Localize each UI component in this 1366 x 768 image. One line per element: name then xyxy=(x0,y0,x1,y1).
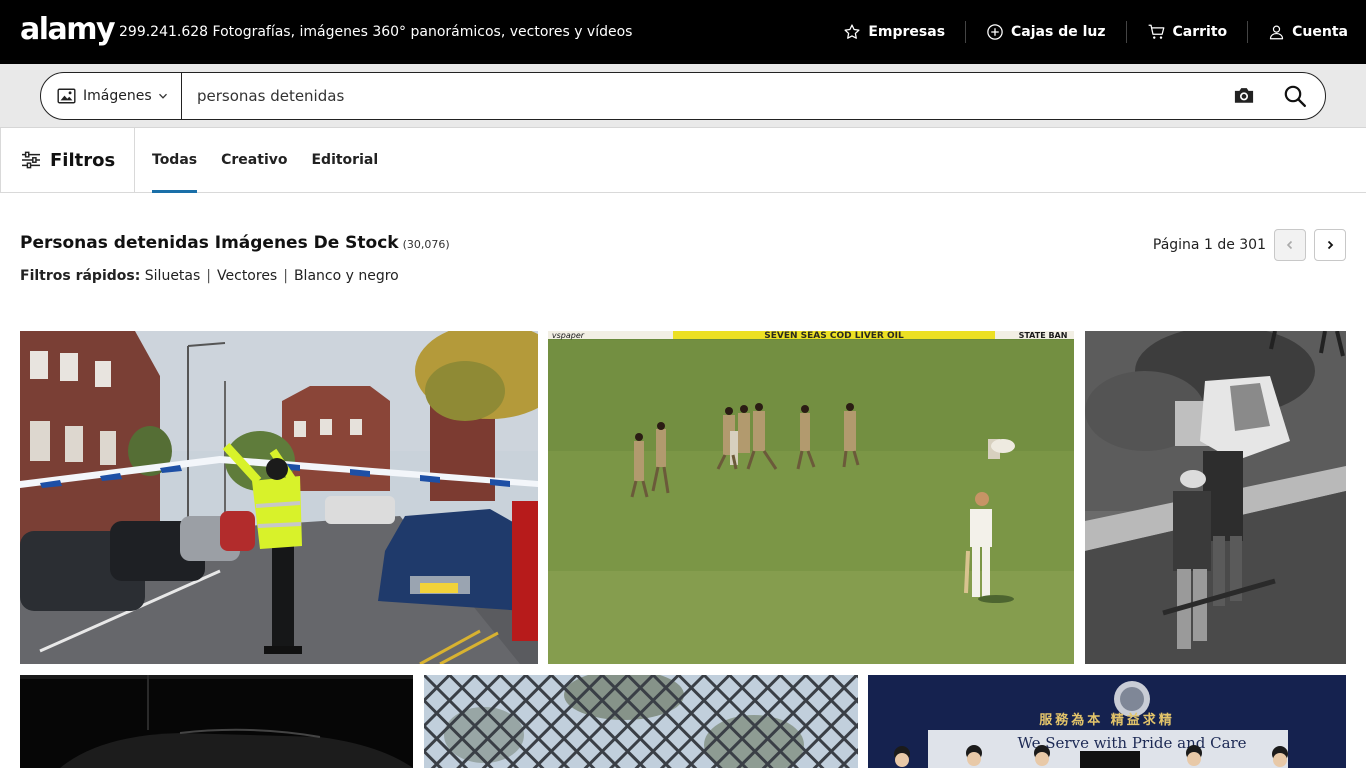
cricket-banner-right-text: STATE BAN xyxy=(1019,331,1068,340)
nav-empresas[interactable]: Empresas xyxy=(843,21,945,43)
search-box: Imágenes xyxy=(40,72,1326,120)
result-image-chain-fence[interactable] xyxy=(424,675,858,768)
result-image-press-conference[interactable]: 服務為本 精益求精 We Serve with Pride and Care xyxy=(868,675,1346,768)
license-tabs: Todas Creativo Editorial xyxy=(152,128,402,193)
results-count: (30,076) xyxy=(402,238,450,251)
media-type-label: Imágenes xyxy=(83,88,152,104)
quick-filters: Filtros rápidos: Siluetas | Vectores | Blanc… xyxy=(20,268,399,284)
results-title: Personas detenidas Imágenes De Stock (30,… xyxy=(20,233,450,253)
prev-page-button[interactable] xyxy=(1274,229,1306,261)
nav-empresas-label: Empresas xyxy=(868,24,946,40)
search-icon[interactable] xyxy=(1283,84,1307,108)
sliders-icon xyxy=(22,151,40,169)
page-indicator: Página 1 de 301 xyxy=(1152,237,1266,253)
quick-filter-vectores[interactable]: Vectores xyxy=(217,268,277,284)
cricket-banner-text: SEVEN SEAS COD LIVER OIL xyxy=(764,331,904,341)
pagination: Página 1 de 301 xyxy=(1153,229,1346,261)
next-page-button[interactable] xyxy=(1314,229,1346,261)
top-nav: Empresas Cajas de luz Carrito Cuenta xyxy=(843,0,1348,64)
quick-filter-siluetas[interactable]: Siluetas xyxy=(145,268,201,284)
filter-bar: Filtros Todas Creativo Editorial xyxy=(0,128,1366,193)
alamy-logo[interactable]: alamy xyxy=(20,12,116,48)
result-image-cricket-field[interactable]: SEVEN SEAS COD LIVER OIL STATE BAN vspap… xyxy=(548,331,1074,664)
result-image-soldier-bw[interactable] xyxy=(1085,331,1346,664)
plus-circle-icon xyxy=(987,24,1003,40)
cricket-banner-left-text: vspaper xyxy=(552,331,585,340)
result-image-police-cordon[interactable] xyxy=(20,331,538,664)
quick-filters-label: Filtros rápidos: xyxy=(20,268,141,284)
press-banner-cn-text: 服務為本 精益求精 xyxy=(1039,712,1175,728)
tab-creativo[interactable]: Creativo xyxy=(221,128,287,192)
quick-filter-blanco-y-negro[interactable]: Blanco y negro xyxy=(294,268,399,284)
nav-cajas-label: Cajas de luz xyxy=(1011,24,1106,40)
user-icon xyxy=(1270,25,1284,40)
nav-cuenta-label: Cuenta xyxy=(1292,24,1348,40)
image-icon xyxy=(57,88,76,104)
nav-cajas-de-luz[interactable]: Cajas de luz xyxy=(965,21,1106,43)
filters-button[interactable]: Filtros xyxy=(1,128,135,192)
top-bar: alamy 299.241.628 Fotografías, imágenes … xyxy=(0,0,1366,64)
tab-todas[interactable]: Todas xyxy=(152,128,198,193)
site-tagline: 299.241.628 Fotografías, imágenes 360° p… xyxy=(119,24,633,40)
chevron-right-icon xyxy=(1327,240,1334,250)
results-title-text: Personas detenidas Imágenes De Stock xyxy=(20,233,399,253)
result-image-dark-car[interactable] xyxy=(20,675,413,768)
press-banner-en-text: We Serve with Pride and Care xyxy=(1017,734,1246,752)
divider: | xyxy=(206,268,212,284)
media-type-select[interactable]: Imágenes xyxy=(41,73,182,119)
tab-editorial[interactable]: Editorial xyxy=(311,128,378,192)
chevron-left-icon xyxy=(1286,240,1293,250)
camera-icon[interactable] xyxy=(1233,85,1257,107)
filters-label: Filtros xyxy=(50,149,116,171)
search-input[interactable] xyxy=(197,82,1217,110)
chevron-down-icon xyxy=(158,93,167,99)
divider: | xyxy=(283,268,288,284)
cart-icon xyxy=(1148,24,1164,39)
nav-carrito[interactable]: Carrito xyxy=(1125,21,1228,43)
nav-cuenta[interactable]: Cuenta xyxy=(1247,21,1348,43)
nav-carrito-label: Carrito xyxy=(1172,24,1228,40)
search-band: Imágenes xyxy=(0,64,1366,128)
star-icon xyxy=(844,24,860,39)
